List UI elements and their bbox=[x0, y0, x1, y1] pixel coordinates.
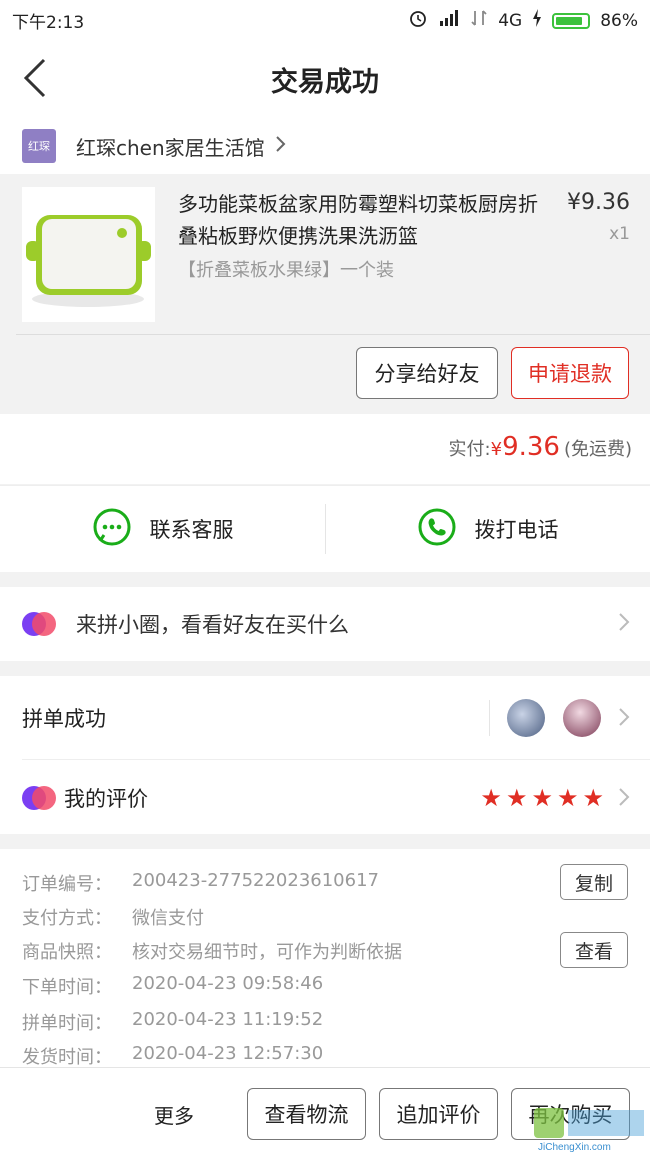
order-time-key: 下单时间： bbox=[22, 977, 112, 998]
rebuy-button[interactable]: 再次购买 bbox=[511, 1088, 630, 1140]
my-review-label: 我的评价 bbox=[64, 787, 148, 811]
payment-summary: 实付: ¥ 9.36 (免运费) bbox=[0, 414, 650, 484]
divider bbox=[489, 700, 490, 736]
battery-percent: 86% bbox=[600, 10, 638, 31]
call-phone-button[interactable]: 拨打电话 bbox=[325, 486, 650, 572]
paid-label: 实付: bbox=[448, 439, 491, 460]
product-quantity: x1 bbox=[609, 224, 630, 244]
payment-method-key: 支付方式： bbox=[22, 908, 112, 929]
ship-time-value: 2020-04-23 12:57:30 bbox=[132, 1043, 324, 1064]
snapshot-row: 商品快照： 核对交易细节时，可作为判断依据 bbox=[22, 938, 402, 964]
alarm-icon bbox=[408, 8, 428, 33]
product-card[interactable]: 多功能菜板盆家用防霉塑料切菜板厨房折叠粘板野炊便携洗果洗沥篮 ¥9.36 x1 … bbox=[0, 174, 650, 414]
star-icon: ★ bbox=[480, 784, 502, 812]
my-review-row[interactable]: 我的评价 ★ ★ ★ ★ ★ bbox=[0, 759, 650, 837]
ship-time-key: 发货时间： bbox=[22, 1047, 112, 1068]
order-info: 订单编号： 200423-277522023610617 复制 支付方式： 微信… bbox=[0, 849, 650, 1069]
order-time-value: 2020-04-23 09:58:46 bbox=[132, 973, 324, 994]
charging-icon bbox=[532, 9, 542, 32]
star-icon: ★ bbox=[505, 784, 528, 812]
shop-logo: 红琛 bbox=[22, 129, 56, 163]
rating-stars: ★ ★ ★ ★ ★ bbox=[480, 784, 604, 812]
product-spec: 【折叠菜板水果绿】一个装 bbox=[178, 260, 394, 281]
contact-bar: 联系客服 拨打电话 bbox=[0, 485, 650, 572]
contact-service-button[interactable]: 联系客服 bbox=[0, 486, 325, 572]
product-image[interactable] bbox=[22, 187, 155, 322]
bottom-action-bar: 更多 查看物流 追加评价 再次购买 bbox=[0, 1067, 650, 1156]
status-bar: 下午2:13 4G 86% bbox=[0, 0, 650, 38]
add-review-button[interactable]: 追加评价 bbox=[379, 1088, 498, 1140]
friends-circle-label: 来拼小圈，看看好友在买什么 bbox=[76, 613, 349, 637]
page-title: 交易成功 bbox=[271, 67, 379, 98]
product-price: ¥9.36 bbox=[567, 190, 630, 215]
pinxiaoquan-logo-icon bbox=[22, 612, 56, 636]
signal-icon bbox=[438, 9, 460, 32]
star-icon: ★ bbox=[582, 784, 604, 812]
snapshot-key: 商品快照： bbox=[22, 942, 112, 963]
star-icon: ★ bbox=[531, 784, 553, 812]
view-snapshot-button[interactable]: 查看 bbox=[560, 932, 628, 968]
order-number-row: 订单编号： 200423-277522023610617 bbox=[22, 870, 379, 896]
payment-method-value: 微信支付 bbox=[132, 908, 204, 929]
network-type: 4G bbox=[498, 10, 523, 31]
avatar bbox=[563, 699, 601, 737]
nav-bar: 交易成功 bbox=[0, 38, 650, 118]
chat-icon bbox=[92, 507, 132, 552]
chevron-right-icon bbox=[618, 787, 630, 811]
friends-circle-link[interactable]: 来拼小圈，看看好友在买什么 bbox=[0, 587, 650, 661]
group-time-row: 拼单时间： 2020-04-23 11:19:52 bbox=[22, 1009, 323, 1035]
product-title: 多功能菜板盆家用防霉塑料切菜板厨房折叠粘板野炊便携洗果洗沥篮 bbox=[178, 192, 538, 248]
chevron-right-icon bbox=[618, 612, 630, 636]
divider bbox=[16, 334, 650, 335]
star-icon: ★ bbox=[556, 784, 579, 812]
more-button[interactable]: 更多 bbox=[154, 1100, 194, 1129]
copy-button[interactable]: 复制 bbox=[560, 864, 628, 900]
paid-amount: 9.36 bbox=[502, 432, 560, 462]
refund-button[interactable]: 申请退款 bbox=[511, 347, 629, 399]
avatar bbox=[507, 699, 545, 737]
share-button[interactable]: 分享给好友 bbox=[356, 347, 498, 399]
order-number-value: 200423-277522023610617 bbox=[132, 870, 379, 891]
group-time-value: 2020-04-23 11:19:52 bbox=[132, 1009, 324, 1030]
shop-link[interactable]: 红琛 红琛chen家居生活馆 bbox=[0, 118, 650, 174]
signal-icon-2 bbox=[470, 9, 488, 32]
paid-currency: ¥ bbox=[490, 439, 503, 460]
chevron-right-icon bbox=[275, 135, 287, 157]
group-time-key: 拼单时间： bbox=[22, 1013, 112, 1034]
group-success-row[interactable]: 拼单成功 bbox=[0, 679, 650, 757]
group-success-label: 拼单成功 bbox=[22, 707, 106, 731]
view-logistics-button[interactable]: 查看物流 bbox=[247, 1088, 366, 1140]
status-icons: 4G 86% bbox=[408, 8, 638, 33]
call-phone-label: 拨打电话 bbox=[474, 518, 559, 542]
group-section: 拼单成功 我的评价 ★ ★ ★ ★ ★ bbox=[0, 676, 650, 834]
chevron-right-icon bbox=[618, 707, 630, 731]
ship-time-row: 发货时间： 2020-04-23 12:57:30 bbox=[22, 1043, 323, 1069]
order-number-key: 订单编号： bbox=[22, 874, 112, 895]
snapshot-value: 核对交易细节时，可作为判断依据 bbox=[132, 942, 402, 963]
order-time-row: 下单时间： 2020-04-23 09:58:46 bbox=[22, 973, 323, 999]
shop-name: 红琛chen家居生活馆 bbox=[76, 135, 265, 160]
phone-icon bbox=[417, 507, 457, 552]
pinxiaoquan-logo-icon bbox=[22, 786, 56, 810]
battery-icon bbox=[552, 12, 591, 29]
payment-method-row: 支付方式： 微信支付 bbox=[22, 904, 204, 930]
status-time: 下午2:13 bbox=[12, 13, 85, 33]
shipping-note: (免运费) bbox=[563, 439, 632, 460]
contact-service-label: 联系客服 bbox=[149, 518, 234, 542]
